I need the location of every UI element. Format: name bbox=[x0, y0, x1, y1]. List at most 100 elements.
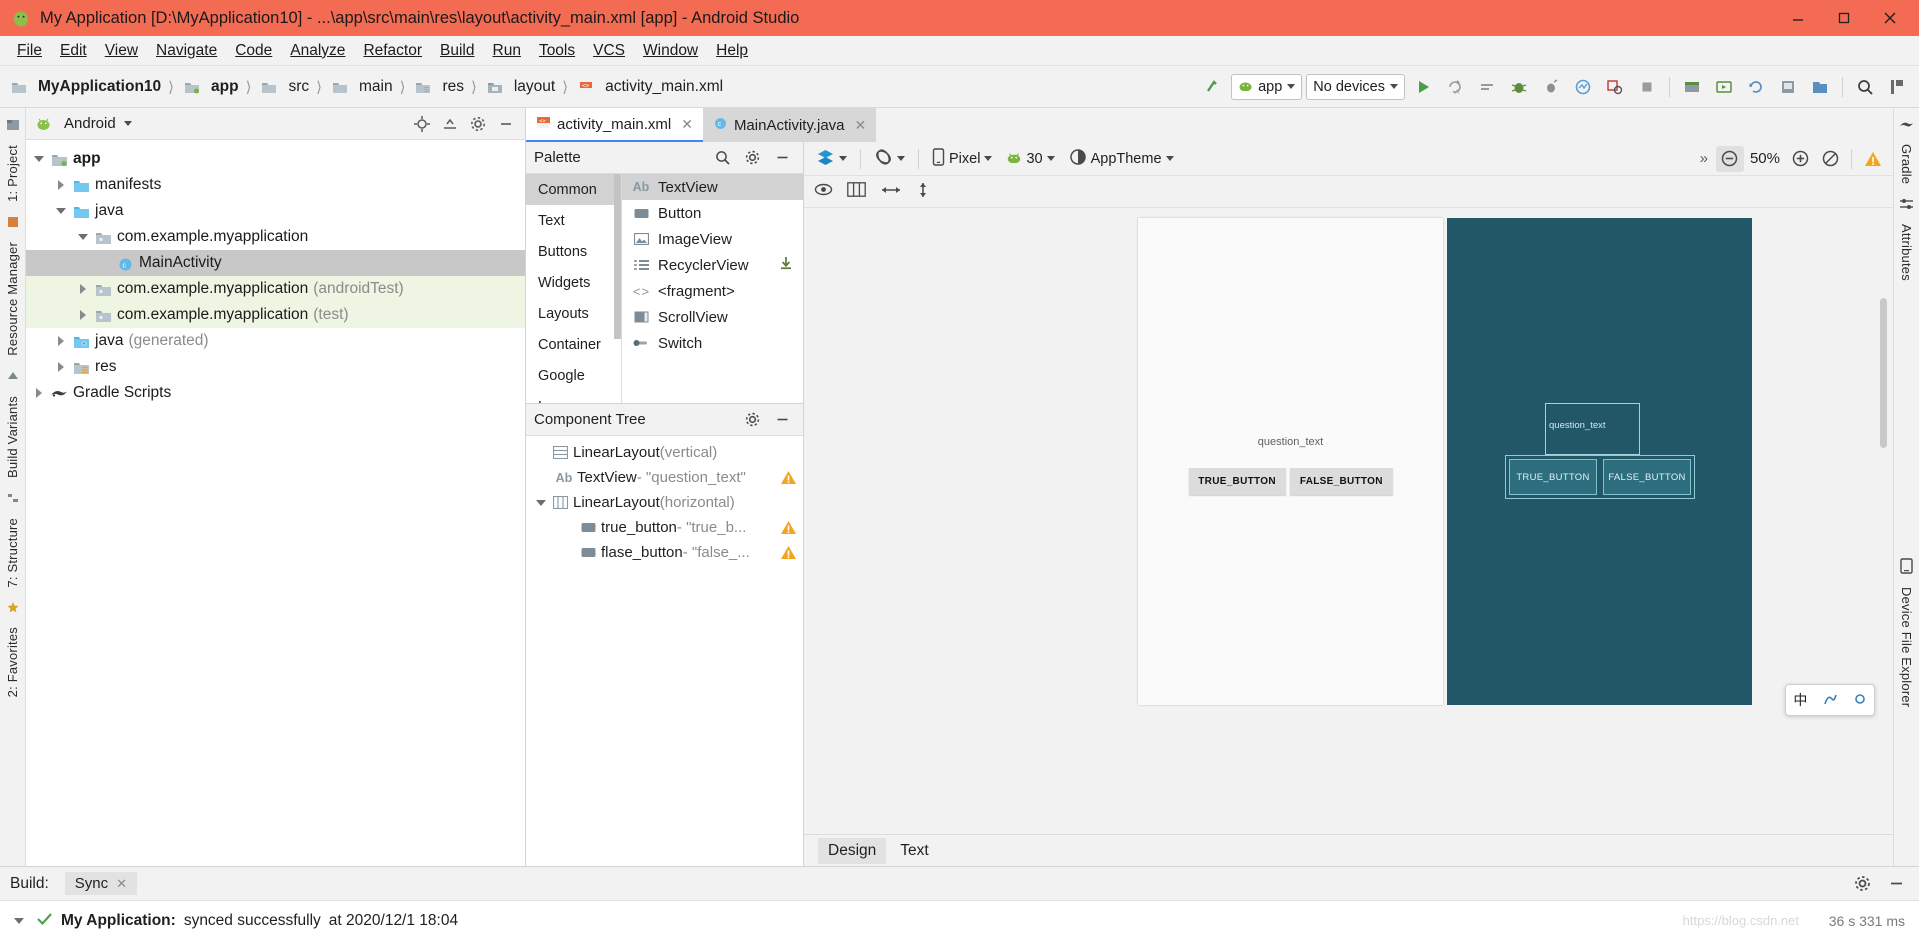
sidebar-item-project[interactable]: 1: Project bbox=[3, 138, 22, 209]
menu-edit[interactable]: Edit bbox=[51, 40, 96, 62]
zoom-out-icon[interactable] bbox=[1715, 145, 1744, 172]
chevron-down-icon[interactable] bbox=[123, 121, 132, 126]
chevron-down-icon[interactable] bbox=[74, 234, 92, 240]
blueprint-true-button[interactable]: TRUE_BUTTON bbox=[1509, 459, 1597, 495]
palette-item-scrollview[interactable]: ScrollView bbox=[622, 304, 803, 330]
tree-row-java-generated[interactable]: java (generated) bbox=[26, 328, 525, 354]
palette-category-legacy[interactable]: Legacy bbox=[526, 391, 621, 404]
tab-mainactivity-java[interactable]: c MainActivity.java ✕ bbox=[702, 108, 877, 142]
tree-row-java[interactable]: java bbox=[26, 198, 525, 224]
show-hide-icon[interactable] bbox=[814, 182, 833, 201]
component-node-textview[interactable]: Ab TextView - "question_text" bbox=[526, 465, 803, 490]
menu-window[interactable]: Window bbox=[634, 40, 707, 62]
palette-category-text[interactable]: Text bbox=[526, 205, 621, 236]
close-icon[interactable]: ✕ bbox=[681, 116, 693, 133]
sidebar-item-build-variants[interactable]: Build Variants bbox=[3, 389, 22, 485]
warning-icon[interactable] bbox=[780, 545, 797, 560]
settings-icon[interactable] bbox=[1849, 872, 1875, 896]
sidebar-item-favorites[interactable]: 2: Favorites bbox=[3, 620, 22, 704]
palette-category-buttons[interactable]: Buttons bbox=[526, 236, 621, 267]
chevron-right-icon[interactable] bbox=[52, 180, 70, 190]
zoom-in-icon[interactable] bbox=[1786, 146, 1814, 172]
device-selector[interactable]: No devices bbox=[1306, 73, 1405, 100]
blueprint-false-button[interactable]: FALSE_BUTTON bbox=[1603, 459, 1691, 495]
chevron-right-icon[interactable] bbox=[52, 362, 70, 372]
palette-item-switch[interactable]: Switch bbox=[622, 330, 803, 356]
zoom-fit-icon[interactable] bbox=[1816, 146, 1844, 172]
warning-icon[interactable] bbox=[780, 470, 797, 485]
palette-category-container[interactable]: Container bbox=[526, 329, 621, 360]
apply-code-changes-icon[interactable] bbox=[1473, 73, 1501, 101]
chevron-right-icon[interactable] bbox=[52, 336, 70, 346]
design-mode-selector[interactable] bbox=[810, 146, 853, 172]
maximize-icon[interactable] bbox=[1821, 1, 1867, 35]
tree-row-package-androidtest[interactable]: com.example.myapplication (androidTest) bbox=[26, 276, 525, 302]
preview-false-button[interactable]: FALSE_BUTTON bbox=[1289, 468, 1393, 495]
hide-icon[interactable] bbox=[769, 146, 795, 170]
settings-icon[interactable] bbox=[739, 408, 765, 432]
sdk-manager-icon[interactable] bbox=[1678, 73, 1706, 101]
breadcrumb-item-app[interactable]: app bbox=[211, 78, 239, 96]
avd-manager-icon[interactable] bbox=[1710, 73, 1738, 101]
menu-build[interactable]: Build bbox=[431, 40, 483, 62]
make-project-icon[interactable] bbox=[1199, 73, 1227, 101]
blueprint-mode-icon[interactable] bbox=[847, 182, 866, 201]
stop-icon[interactable] bbox=[1633, 73, 1661, 101]
chevron-right-icon[interactable] bbox=[30, 388, 48, 398]
run-icon[interactable] bbox=[1409, 73, 1437, 101]
toolbar-overflow-icon[interactable]: » bbox=[1694, 150, 1714, 167]
breadcrumb-item-res[interactable]: res bbox=[442, 78, 464, 96]
breadcrumb-item-myapplication10[interactable]: MyApplication10 bbox=[38, 78, 161, 96]
menu-refactor[interactable]: Refactor bbox=[354, 40, 431, 62]
build-tab-sync[interactable]: Sync ✕ bbox=[64, 872, 138, 895]
menu-file[interactable]: File bbox=[8, 40, 51, 62]
close-icon[interactable] bbox=[1867, 1, 1913, 35]
canvas-scrollbar[interactable] bbox=[1880, 298, 1887, 448]
tab-activity-main-xml[interactable]: <> activity_main.xml ✕ bbox=[526, 108, 703, 142]
sidebar-item-device-file-explorer[interactable]: Device File Explorer bbox=[1897, 580, 1916, 714]
palette-item-imageview[interactable]: ImageView bbox=[622, 226, 803, 252]
tree-row-package-test[interactable]: com.example.myapplication (test) bbox=[26, 302, 525, 328]
close-icon[interactable]: ✕ bbox=[116, 876, 127, 892]
handwriting-icon[interactable] bbox=[1822, 691, 1838, 710]
preview-canvas[interactable]: question_text TRUE_BUTTON FALSE_BUTTON q… bbox=[804, 208, 1893, 834]
chevron-down-icon[interactable] bbox=[52, 208, 70, 214]
warning-icon[interactable] bbox=[1859, 146, 1887, 172]
ime-dot-icon[interactable] bbox=[1853, 692, 1867, 709]
menu-vcs[interactable]: VCS bbox=[584, 40, 634, 62]
device-file-explorer-icon[interactable] bbox=[1806, 73, 1834, 101]
breadcrumb-item-main[interactable]: main bbox=[359, 78, 393, 96]
sidebar-item-structure[interactable]: 7: Structure bbox=[3, 511, 22, 595]
search-icon[interactable] bbox=[709, 146, 735, 170]
sidebar-item-gradle[interactable]: Gradle bbox=[1897, 137, 1916, 191]
tab-text[interactable]: Text bbox=[890, 838, 938, 864]
menu-tools[interactable]: Tools bbox=[530, 40, 584, 62]
orientation-selector[interactable] bbox=[868, 146, 911, 172]
close-icon[interactable]: ✕ bbox=[855, 117, 867, 134]
palette-category-google[interactable]: Google bbox=[526, 360, 621, 391]
chevron-down-icon[interactable] bbox=[30, 156, 48, 162]
debug-icon[interactable] bbox=[1505, 73, 1533, 101]
api-level-selector[interactable]: 30 bbox=[1000, 146, 1060, 172]
search-everywhere-icon[interactable] bbox=[1851, 73, 1879, 101]
preview-true-button[interactable]: TRUE_BUTTON bbox=[1188, 468, 1286, 495]
vertical-constraint-icon[interactable] bbox=[916, 181, 930, 203]
chevron-right-icon[interactable] bbox=[74, 284, 92, 294]
palette-item-fragment[interactable]: < > <fragment> bbox=[622, 278, 803, 304]
settings-icon[interactable] bbox=[739, 146, 765, 170]
apply-changes-icon[interactable]: A bbox=[1441, 73, 1469, 101]
sync-gradle-icon[interactable] bbox=[1742, 73, 1770, 101]
palette-item-textview[interactable]: Ab TextView bbox=[622, 174, 803, 200]
breadcrumb-item-layout[interactable]: layout bbox=[514, 78, 555, 96]
menu-analyze[interactable]: Analyze bbox=[281, 40, 354, 62]
tree-row-manifests[interactable]: manifests bbox=[26, 172, 525, 198]
palette-item-button[interactable]: Button bbox=[622, 200, 803, 226]
tree-row-gradle-scripts[interactable]: Gradle Scripts bbox=[26, 380, 525, 406]
blueprint-preview[interactable]: question_text TRUE_BUTTON FALSE_BUTTON bbox=[1447, 218, 1752, 705]
hide-icon[interactable] bbox=[1883, 872, 1909, 896]
chevron-down-icon[interactable] bbox=[532, 499, 550, 506]
palette-category-common[interactable]: Common bbox=[526, 174, 621, 205]
design-preview[interactable]: question_text TRUE_BUTTON FALSE_BUTTON bbox=[1138, 218, 1443, 705]
menu-view[interactable]: View bbox=[96, 40, 147, 62]
breadcrumb-item-src[interactable]: src bbox=[288, 78, 309, 96]
